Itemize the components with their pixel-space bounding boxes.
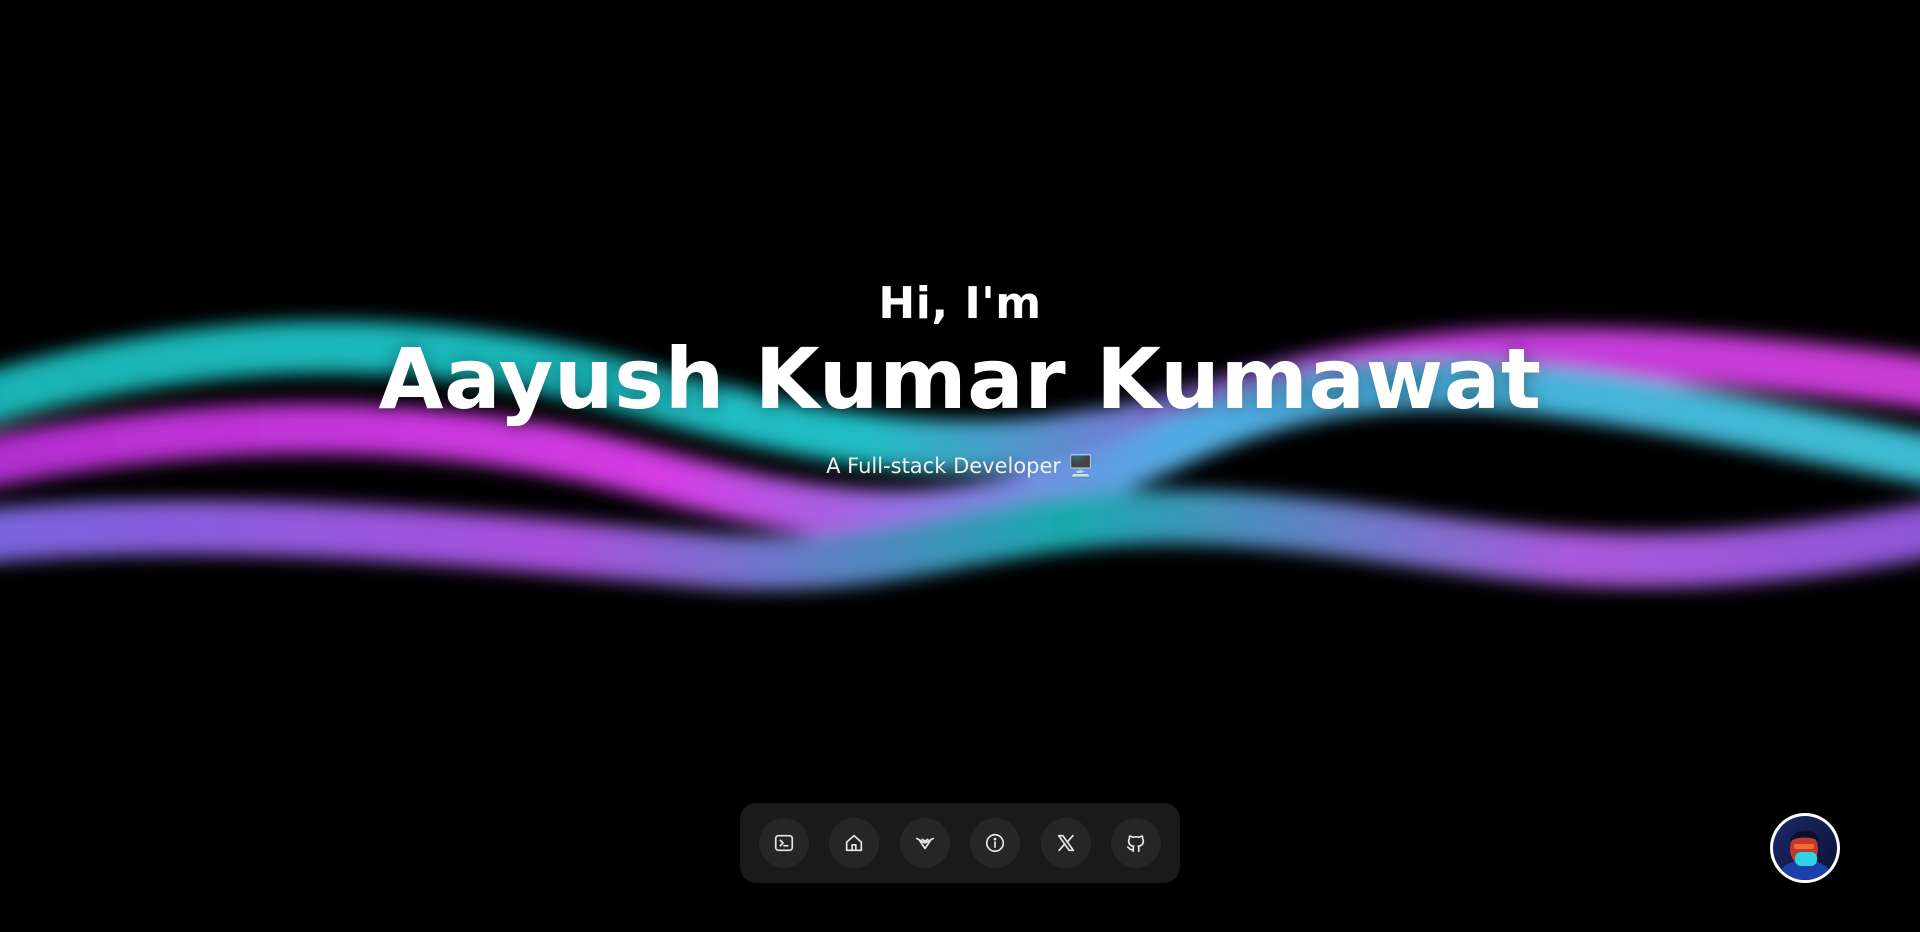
greeting-text: Hi, I'm xyxy=(878,278,1042,329)
home-icon xyxy=(846,834,863,852)
x-logo-icon xyxy=(1057,834,1074,852)
home-button[interactable] xyxy=(829,818,880,868)
terminal-icon xyxy=(774,834,794,852)
x-twitter-button[interactable] xyxy=(1040,818,1091,868)
profile-avatar[interactable] xyxy=(1770,813,1840,883)
hero-text: Hi, I'm Aayush Kumar Kumawat A Full-stac… xyxy=(0,0,1920,932)
hero-section: Hi, I'm Aayush Kumar Kumawat A Full-stac… xyxy=(0,0,1920,932)
info-icon xyxy=(986,833,1005,853)
tagline-text: A Full-stack Developer 🖥️ xyxy=(826,454,1094,478)
portfolio-logo-icon xyxy=(915,837,934,850)
portfolio-button[interactable] xyxy=(899,818,950,868)
name-heading: Aayush Kumar Kumawat xyxy=(378,330,1542,428)
terminal-button[interactable] xyxy=(759,818,809,868)
github-icon xyxy=(1126,835,1145,853)
avatar-photo xyxy=(1773,816,1837,880)
dock-nav xyxy=(740,803,1180,883)
about-button[interactable] xyxy=(970,818,1021,868)
github-button[interactable] xyxy=(1110,818,1161,868)
